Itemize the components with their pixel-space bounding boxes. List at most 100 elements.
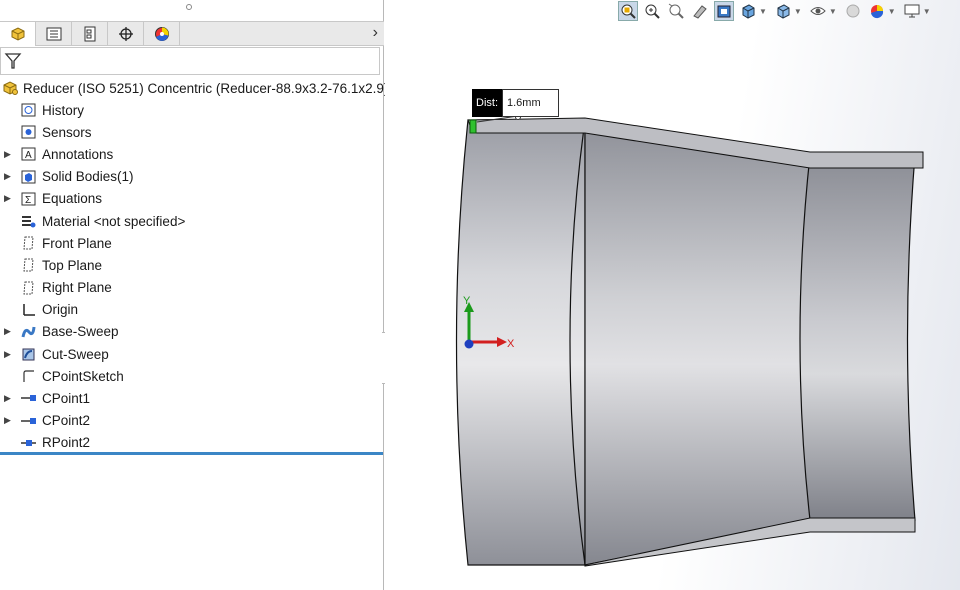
- tree-item[interactable]: Material <not specified>: [0, 210, 384, 232]
- dynamic-annotation-button[interactable]: [714, 1, 734, 21]
- configurationmanager-tab[interactable]: [72, 22, 108, 46]
- appearance-icon: [154, 27, 169, 41]
- tree-item[interactable]: RPoint2: [0, 432, 384, 454]
- apply-scene-icon: [870, 5, 883, 19]
- tree-item[interactable]: ▶ CPoint2: [0, 410, 384, 432]
- tree-item[interactable]: Right Plane: [0, 277, 384, 299]
- tree-root-part[interactable]: Reducer (ISO 5251) Concentric (Reducer-8…: [2, 78, 388, 98]
- hide-show-items-button[interactable]: [808, 1, 828, 21]
- plane-icon: [20, 280, 37, 296]
- tree-item[interactable]: ▶ CPoint1: [0, 387, 384, 409]
- tree-item[interactable]: ▶ Base-Sweep: [0, 321, 384, 343]
- previous-view-button[interactable]: [666, 1, 686, 21]
- tree-item-label: RPoint2: [42, 435, 91, 451]
- propertymanager-tab[interactable]: [36, 22, 72, 46]
- tree-item[interactable]: ▶ Solid Bodies(1): [0, 166, 384, 188]
- apply-scene-button[interactable]: [867, 1, 887, 21]
- tree-item[interactable]: Top Plane: [0, 254, 384, 276]
- triad-y-label: Y: [463, 295, 471, 307]
- expand-arrow-icon[interactable]: ▶: [4, 349, 12, 360]
- tree-item-label: Cut-Sweep: [42, 346, 109, 362]
- distance-label: Dist:: [472, 89, 502, 117]
- expand-arrow-icon[interactable]: ▶: [4, 415, 12, 426]
- tab-scroll-right-icon[interactable]: ›: [373, 24, 378, 42]
- panel-grip[interactable]: [186, 4, 192, 10]
- plane-icon: [20, 235, 37, 251]
- tree-item-label: Equations: [42, 191, 103, 207]
- expand-arrow-icon[interactable]: ▶: [4, 149, 12, 160]
- display-style-icon: [777, 4, 790, 19]
- connection-point-icon: [20, 413, 37, 429]
- view-settings-caret-icon[interactable]: ▼: [923, 7, 931, 16]
- tree-item[interactable]: Sensors: [0, 121, 384, 143]
- connection-point-icon: [20, 390, 37, 406]
- zoom-to-area-icon: [645, 4, 660, 19]
- dynamic-annotation-icon: [717, 5, 731, 18]
- distance-tooltip: Dist: 1.6mm: [472, 89, 559, 117]
- property-icon: [46, 27, 61, 41]
- history-icon: [20, 102, 37, 118]
- tree-item-label: Sensors: [42, 124, 92, 140]
- section-view-icon: [693, 5, 707, 19]
- filter-icon: [4, 53, 22, 69]
- display-style-caret-icon[interactable]: ▼: [794, 7, 802, 16]
- expand-arrow-icon[interactable]: ▶: [4, 193, 12, 204]
- origin-icon: [20, 302, 37, 318]
- expand-arrow-icon[interactable]: ▶: [4, 393, 12, 404]
- tree-item[interactable]: ▶ Σ Equations: [0, 188, 384, 210]
- svg-text:A: A: [25, 150, 32, 161]
- apply-scene-caret-icon[interactable]: ▼: [888, 7, 896, 16]
- tree-item[interactable]: Front Plane: [0, 232, 384, 254]
- zoom-to-area-button[interactable]: [642, 1, 662, 21]
- dimxpert-tab[interactable]: [108, 22, 144, 46]
- expand-arrow-icon[interactable]: ▶: [4, 171, 12, 182]
- distance-value: 1.6mm: [502, 89, 559, 117]
- expand-arrow-icon[interactable]: ▶: [4, 326, 12, 337]
- zoom-to-fit-button[interactable]: [618, 1, 638, 21]
- rollback-bar[interactable]: [0, 452, 383, 455]
- tree-item-label: Material <not specified>: [42, 213, 186, 229]
- tree-item[interactable]: History: [0, 99, 384, 121]
- view-orientation-icon: [742, 4, 755, 19]
- equations-icon: Σ: [20, 191, 37, 207]
- part-icon: [11, 27, 24, 41]
- tree-item[interactable]: Origin: [0, 299, 384, 321]
- sweep-icon: [20, 324, 37, 340]
- display-manager-tab[interactable]: [144, 22, 180, 46]
- tree-item-label: Front Plane: [42, 235, 112, 251]
- tree-root-label: Reducer (ISO 5251) Concentric (Reducer-8…: [23, 80, 389, 96]
- hide-show-caret-icon[interactable]: ▼: [829, 7, 837, 16]
- previous-view-icon: [668, 3, 684, 19]
- annotations-icon: A: [20, 146, 37, 162]
- heads-up-view-toolbar: ▼ ▼ ▼ ▼ ▼: [618, 0, 933, 22]
- crosshair-icon: [118, 27, 133, 41]
- tree-item-label: CPointSketch: [42, 368, 124, 384]
- section-view-button[interactable]: [690, 1, 710, 21]
- sensors-icon: [20, 124, 37, 140]
- tree-item-label: Solid Bodies(1): [42, 169, 134, 185]
- tree-item-label: Annotations: [42, 146, 114, 162]
- tree-item[interactable]: ▶ A Annotations: [0, 143, 384, 165]
- edit-appearance-button[interactable]: [843, 1, 863, 21]
- tree-item[interactable]: ▶ Cut-Sweep: [0, 343, 384, 365]
- sketch-icon: [20, 368, 37, 384]
- tree-item-label: CPoint2: [42, 413, 91, 429]
- feature-manager-panel: › Reducer (ISO 5251) Concentric (Reducer…: [0, 0, 388, 590]
- cut-sweep-icon: [20, 346, 37, 362]
- view-orientation-button[interactable]: [738, 1, 758, 21]
- material-icon: [20, 213, 37, 229]
- tree-item-label: History: [42, 102, 85, 118]
- manager-tabbar: ›: [0, 21, 384, 46]
- feature-tree: History Sensors ▶ A Annotations ▶ Solid Bodies…: [0, 99, 384, 454]
- display-style-button[interactable]: [773, 1, 793, 21]
- reference-triad: Y X: [463, 295, 515, 350]
- plane-icon: [20, 257, 37, 273]
- tree-item-label: CPoint1: [42, 391, 91, 407]
- tree-item-label: Top Plane: [42, 257, 103, 273]
- view-settings-button[interactable]: [902, 1, 922, 21]
- featuremanager-tab[interactable]: [0, 22, 36, 46]
- solid-bodies-icon: [20, 169, 37, 185]
- view-orientation-caret-icon[interactable]: ▼: [759, 7, 767, 16]
- tree-item[interactable]: CPointSketch: [0, 365, 384, 387]
- tree-filter[interactable]: [0, 47, 380, 75]
